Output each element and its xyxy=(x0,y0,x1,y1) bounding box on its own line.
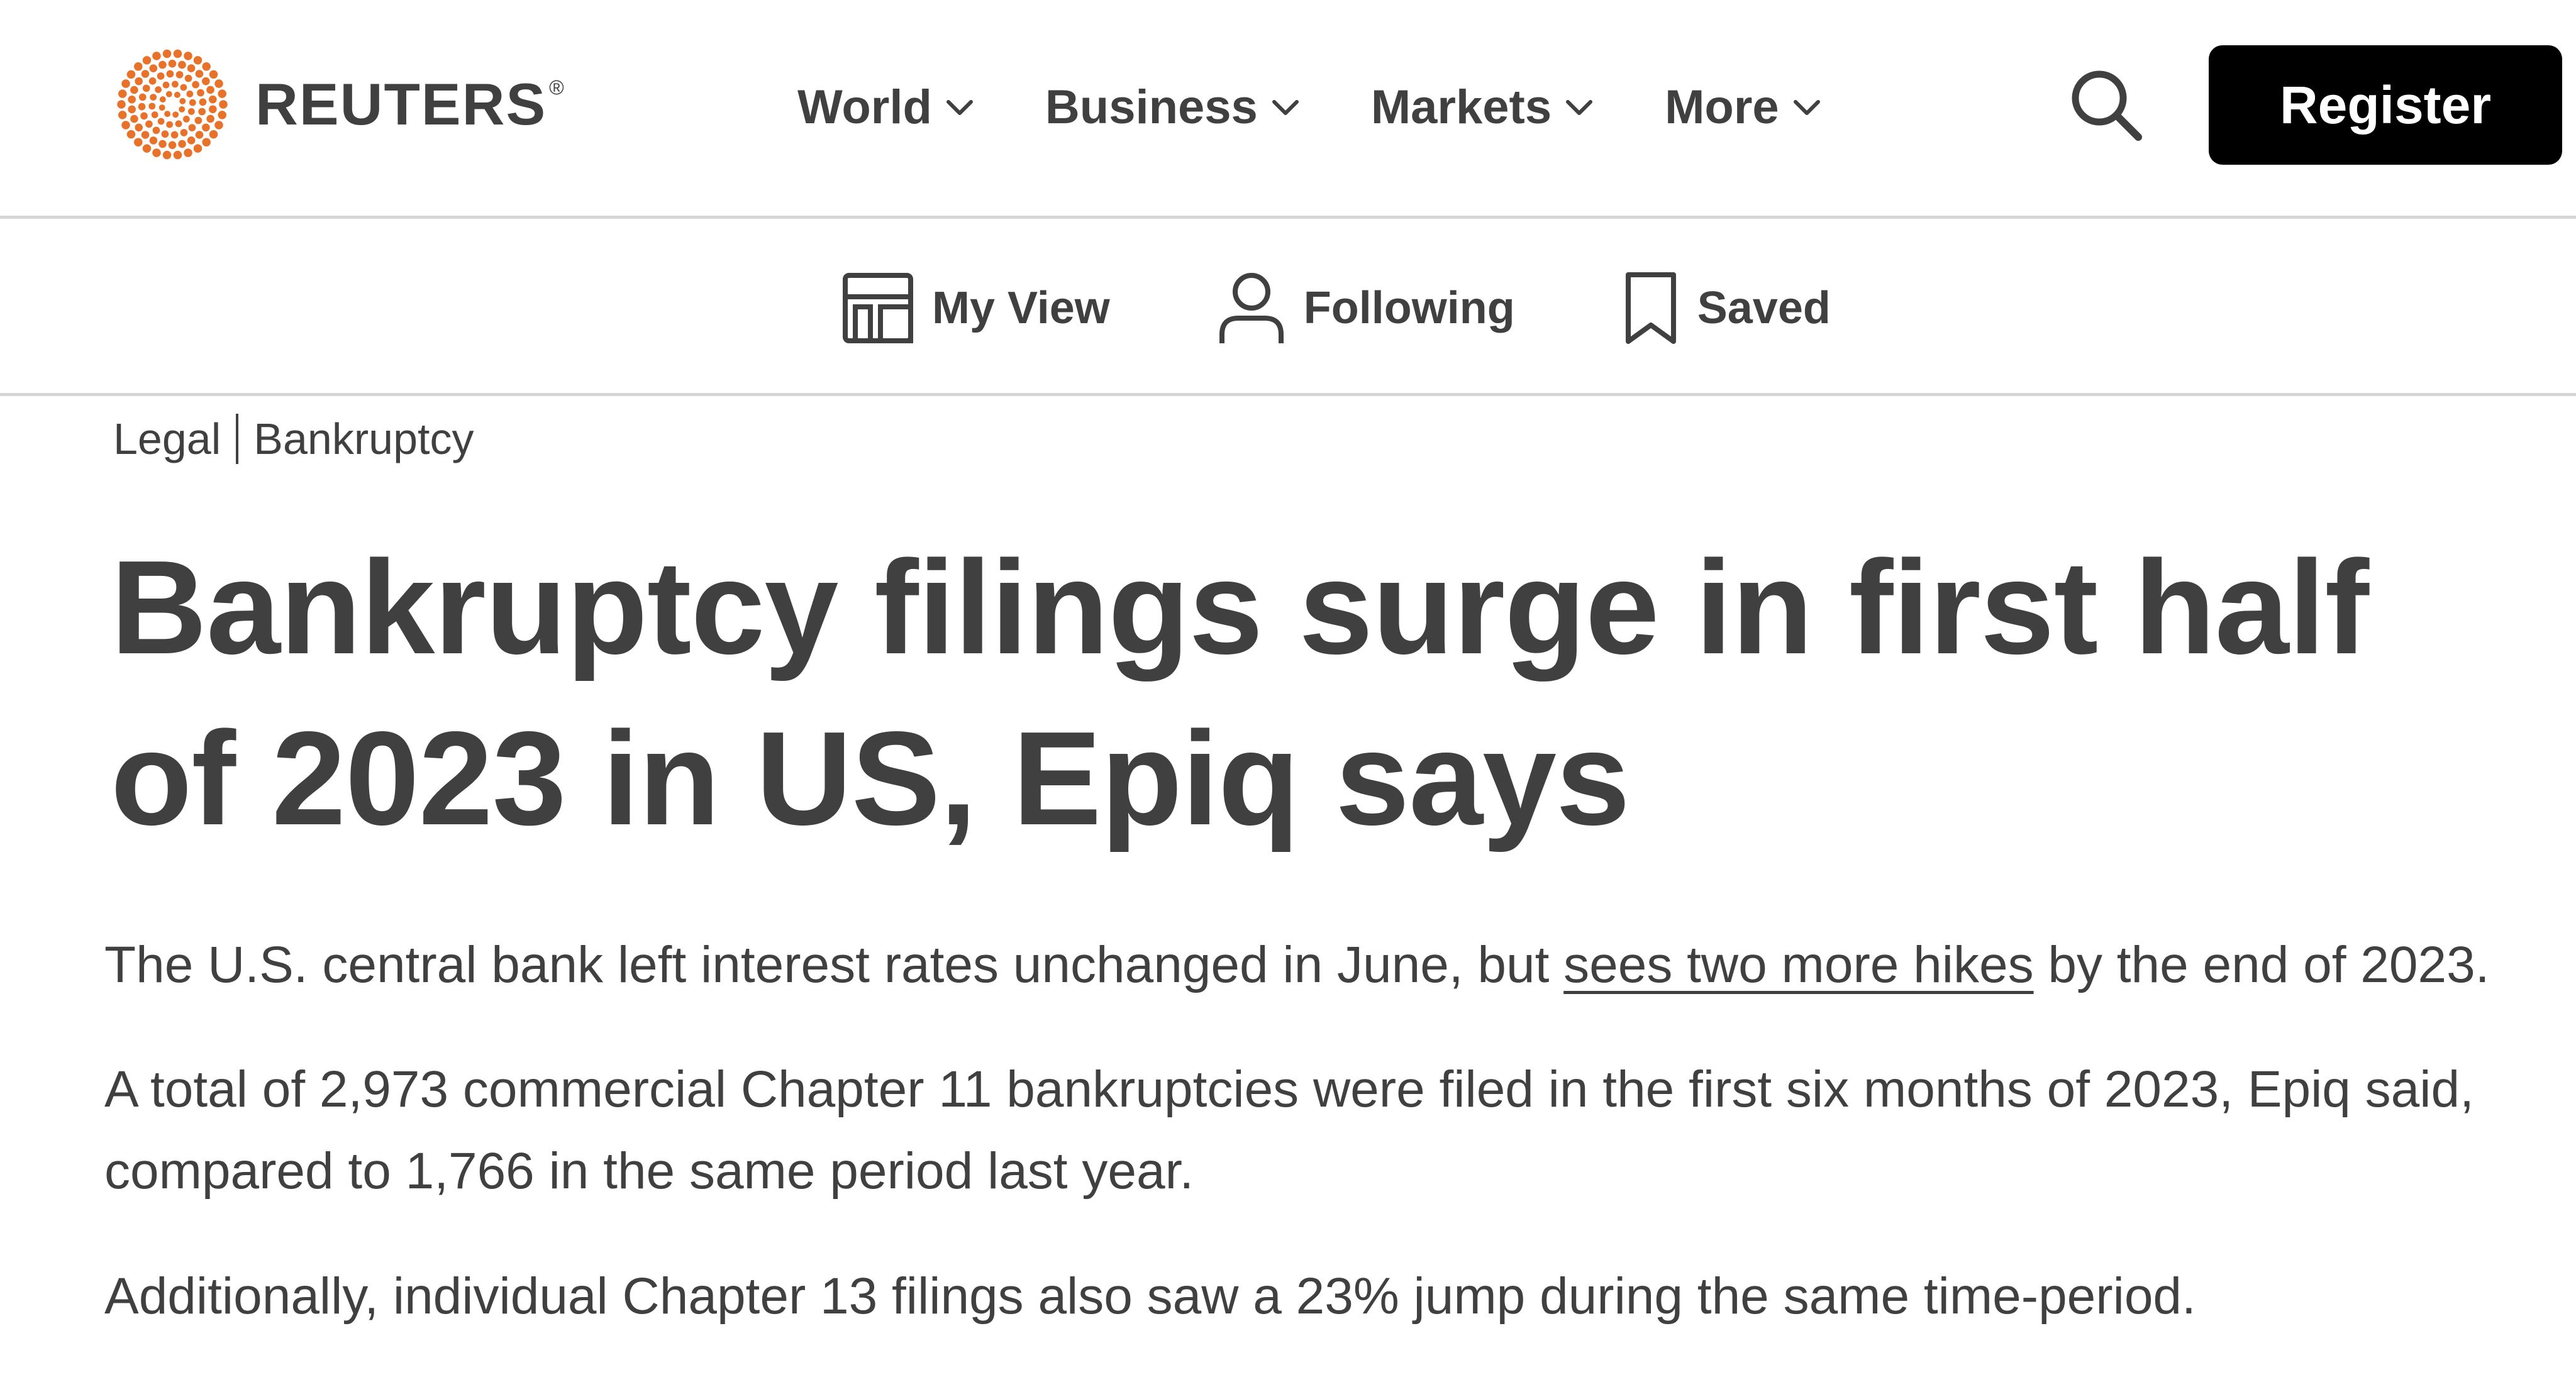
brand-wordmark: REUTERS ® xyxy=(255,71,565,137)
search-icon[interactable] xyxy=(2067,65,2145,143)
bookmark-icon xyxy=(1625,272,1676,344)
person-icon xyxy=(1219,273,1284,343)
breadcrumb: Legal Bankruptcy xyxy=(113,414,474,464)
chevron-down-icon xyxy=(946,100,973,115)
following-label: Following xyxy=(1303,283,1515,333)
nav-world-label: World xyxy=(797,80,932,134)
article-paragraph-3: Additionally, individual Chapter 13 fili… xyxy=(104,1268,2196,1325)
register-button[interactable]: Register xyxy=(2209,45,2562,165)
personal-nav: My View Following Saved xyxy=(841,261,1938,355)
article-paragraph-2: A total of 2,973 commercial Chapter 11 b… xyxy=(104,1061,2474,1200)
nav-more-label: More xyxy=(1665,80,1779,134)
nav-markets[interactable]: Markets xyxy=(1371,80,1596,135)
paragraph-1-text-before: The U.S. central bank left interest rate… xyxy=(104,936,1564,993)
nav-markets-label: Markets xyxy=(1370,80,1552,134)
saved-link[interactable]: Saved xyxy=(1622,270,1831,346)
hikes-article-link[interactable]: sees two more hikes xyxy=(1563,936,2033,993)
paragraph-1-text-after: by the end of 2023. xyxy=(2033,936,2490,993)
saved-label: Saved xyxy=(1697,283,1831,333)
registered-mark: ® xyxy=(549,76,565,99)
my-view-link[interactable]: My View xyxy=(841,272,1110,345)
nav-business[interactable]: Business xyxy=(1045,80,1302,135)
nav-world[interactable]: World xyxy=(797,80,976,135)
following-link[interactable]: Following xyxy=(1217,270,1515,346)
breadcrumb-bankruptcy[interactable]: Bankruptcy xyxy=(253,414,474,464)
nav-business-label: Business xyxy=(1045,80,1258,134)
reuters-logo-icon xyxy=(117,49,228,160)
breadcrumb-legal[interactable]: Legal xyxy=(113,414,221,464)
chevron-down-icon xyxy=(1793,100,1820,115)
chevron-down-icon xyxy=(1566,100,1593,115)
article-headline: Bankruptcy filings surge in first half o… xyxy=(111,533,2369,853)
top-header: REUTERS ® World Business Markets More Reg… xyxy=(0,0,2576,219)
nav-more[interactable]: More xyxy=(1665,80,1823,135)
my-view-label: My View xyxy=(932,283,1110,333)
article-paragraph-1: The U.S. central bank left interest rate… xyxy=(104,924,2532,1006)
chevron-down-icon xyxy=(1272,100,1299,115)
layout-icon xyxy=(843,273,913,343)
reuters-logo[interactable]: REUTERS ® xyxy=(112,48,565,161)
main-nav: World Business Markets More xyxy=(797,69,1892,145)
personal-nav-bar: My View Following Saved xyxy=(0,222,2576,396)
breadcrumb-separator xyxy=(236,414,239,464)
